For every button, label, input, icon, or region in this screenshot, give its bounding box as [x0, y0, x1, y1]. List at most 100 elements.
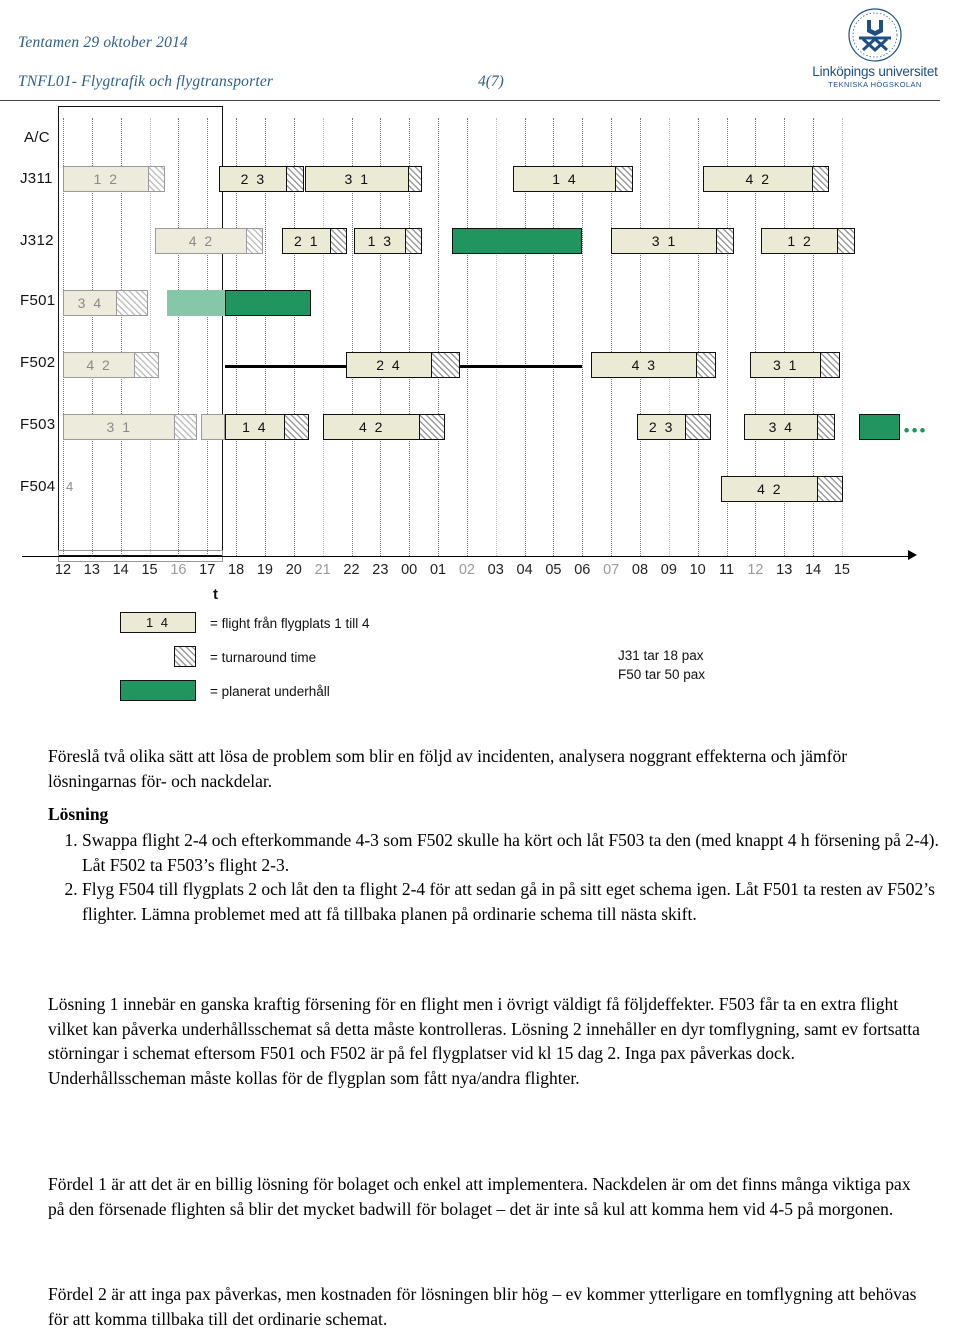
- turnaround-bar: [173, 414, 197, 440]
- turnaround-bar: [716, 228, 734, 254]
- list-item: Swappa flight 2-4 och efterkommande 4-3 …: [82, 828, 960, 877]
- header-divider: [0, 100, 940, 101]
- flight-bar: 3 1: [305, 166, 410, 192]
- flight-bar: 3 1: [611, 228, 718, 254]
- university-logo: Linköpings universitet TEKNISKA HÖGSKOLA…: [805, 8, 945, 94]
- flight-bar: 2 3: [637, 414, 687, 440]
- turnaround-bar: [329, 228, 347, 254]
- gridline: [438, 118, 440, 556]
- turnaround-bar: [407, 166, 423, 192]
- maintenance-bar: [452, 228, 583, 254]
- exam-date: Tentamen 29 oktober 2014: [18, 34, 188, 51]
- turnaround-bar: [817, 414, 835, 440]
- tick-label: 20: [285, 562, 302, 578]
- gantt-chart: A/C J311 J312 F501 F502 F503 F504 4 12 13…: [0, 104, 960, 724]
- tick-label: 13: [776, 562, 793, 578]
- flight-bar: 4 2: [155, 228, 248, 254]
- maintenance-bar: [859, 414, 900, 440]
- legend-text-flight: = flight från flygplats 1 till 4: [210, 616, 370, 631]
- turnaround-bar: [147, 166, 166, 192]
- tick-label: 12: [747, 562, 764, 578]
- tick-label: 11: [719, 562, 735, 578]
- flight-bar: 4 2: [720, 476, 819, 502]
- row-label-j311: J311: [20, 170, 53, 187]
- tick-label: 10: [689, 562, 706, 578]
- row-label-f501: F501: [20, 292, 56, 309]
- flight-bar: 2 1: [282, 228, 332, 254]
- note-f50-pax: F50 tar 50 pax: [618, 667, 706, 682]
- legend-swatch-maintenance: [120, 680, 196, 701]
- solution-list: Swappa flight 2-4 och efterkommande 4-3 …: [48, 828, 960, 926]
- axis-arrow-icon: [908, 550, 917, 560]
- turnaround-bar: [820, 352, 841, 378]
- flight-bar: 4 3: [590, 352, 698, 378]
- tick-label: 08: [631, 562, 649, 578]
- legend-swatch-turnaround: [174, 646, 196, 667]
- flight-bar: 3 1: [63, 414, 176, 440]
- axis-variable-t: t: [213, 586, 218, 603]
- page-number: 4(7): [478, 73, 504, 90]
- turnaround-bar: [837, 228, 855, 254]
- list-item: Flyg F504 till flygplats 2 och låt den t…: [82, 877, 960, 926]
- tick-label: 15: [833, 562, 850, 578]
- flight-bar: 4 2: [63, 352, 136, 378]
- flight-bar: 2 4: [345, 352, 433, 378]
- gridline: [640, 118, 641, 556]
- flight-bar: 1 2: [761, 228, 840, 254]
- flight-bar: 1 4: [513, 166, 617, 192]
- solution-heading: Lösning: [48, 804, 109, 824]
- tick-label: 09: [660, 562, 677, 578]
- time-axis: [22, 556, 912, 557]
- page-header: Tentamen 29 oktober 2014 TNFL01- Flygtra…: [0, 0, 960, 102]
- tick-label: 05: [545, 562, 562, 578]
- flight-bar: 3 1: [749, 352, 822, 378]
- maintenance-bar: [166, 290, 225, 316]
- legend-swatch-flight: 1 4: [120, 612, 196, 633]
- turnaround-bar: [133, 352, 160, 378]
- gridline: [697, 118, 699, 556]
- gridline: [495, 118, 497, 556]
- flight-bar: 1 2: [63, 166, 150, 192]
- turnaround-bar: [811, 166, 829, 192]
- logo-name: Linköpings universitet: [812, 64, 938, 79]
- turnaround-bar: [696, 352, 717, 378]
- flight-bar: 3 4: [63, 290, 118, 316]
- liu-seal-icon: [848, 8, 902, 62]
- flight-bar: 4 2: [703, 166, 814, 192]
- maintenance-bar: [224, 290, 312, 316]
- row-label-j312: J312: [20, 232, 54, 249]
- turnaround-bar: [246, 228, 264, 254]
- flight-bar: 1 4: [224, 414, 286, 440]
- row-label-f504: F504: [20, 478, 56, 495]
- tick-label: 01: [429, 562, 447, 578]
- turnaround-bar: [286, 166, 304, 192]
- tick-label: 04: [516, 562, 533, 578]
- tick-label: 15: [141, 562, 158, 578]
- tick-label: 12: [54, 562, 72, 578]
- tick-label: 18: [228, 562, 245, 578]
- turnaround-bar: [283, 414, 310, 440]
- tick-label: 02: [458, 562, 475, 578]
- turnaround-bar: [430, 352, 460, 378]
- flight-bar: 4 2: [322, 414, 421, 440]
- tick-label: 14: [112, 562, 129, 578]
- tick-label: 19: [256, 562, 273, 578]
- continuation-dots: •••: [903, 421, 928, 440]
- tick-label: 23: [372, 562, 389, 578]
- tick-label: 13: [83, 562, 100, 578]
- gridline: [466, 118, 468, 556]
- turnaround-bar: [419, 414, 446, 440]
- note-j31-pax: J31 tar 18 pax: [618, 648, 704, 663]
- flight-bar: 2 3: [218, 166, 289, 192]
- tick-label: 17: [199, 562, 216, 578]
- tick-label: 16: [170, 562, 187, 578]
- row-label-f502: F502: [20, 354, 56, 371]
- course-title: TNFL01- Flygtrafik och flygtransporter: [18, 73, 274, 90]
- flight-bar: 1 3: [354, 228, 407, 254]
- tick-label: 00: [401, 562, 418, 578]
- advantage-1-paragraph: Fördel 1 är att det är en billig lösning…: [48, 1174, 911, 1219]
- flight-bar: 3 4: [743, 414, 819, 440]
- intro-paragraph: Föreslå två olika sätt att lösa de probl…: [48, 746, 848, 791]
- gridline: [668, 118, 670, 556]
- tick-label: 21: [314, 562, 331, 578]
